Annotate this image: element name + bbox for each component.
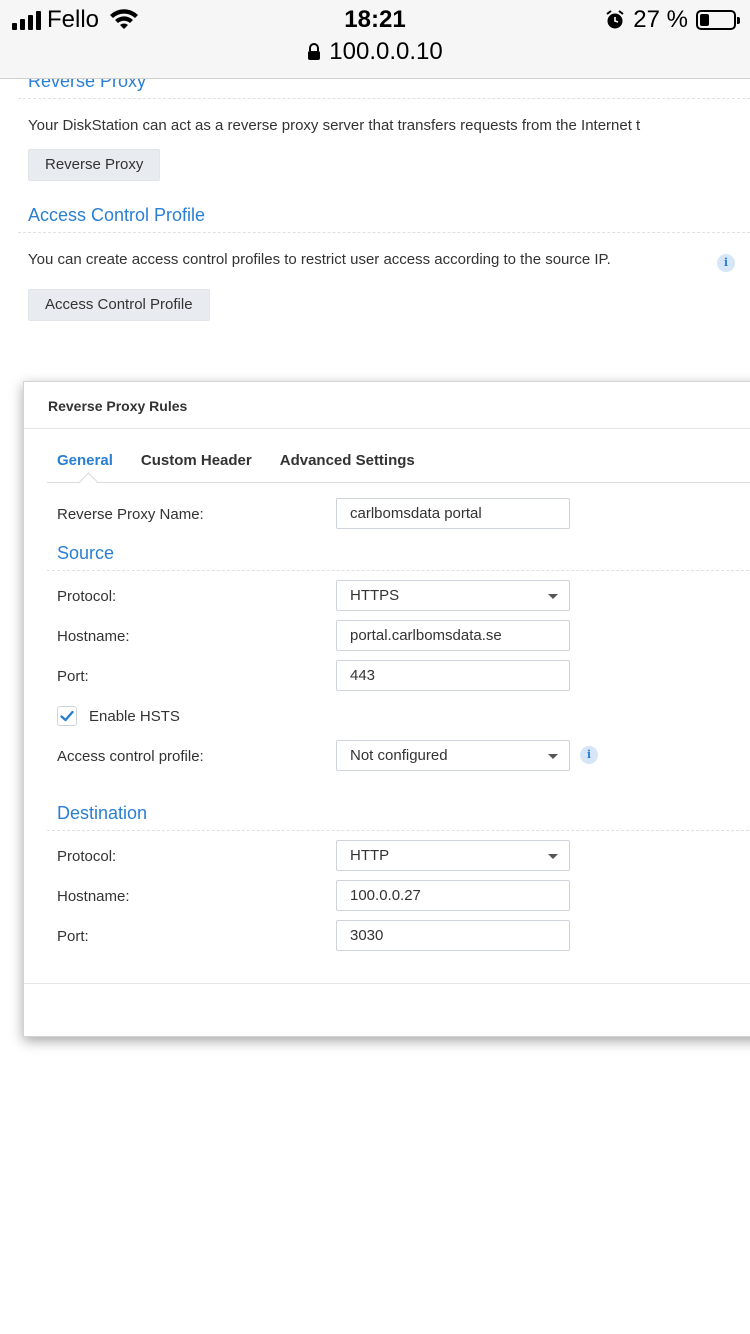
source-protocol-value: HTTPS [350,587,400,604]
divider [18,232,750,233]
dialog-footer-divider [24,983,750,984]
dialog-title: Reverse Proxy Rules [48,398,188,414]
tab-custom-header[interactable]: Custom Header [141,452,252,469]
info-icon[interactable]: i [580,746,598,764]
chevron-down-icon [548,594,558,599]
active-tab-pointer [79,472,98,491]
chevron-down-icon [548,754,558,759]
access-control-profile-select[interactable]: Not configured [336,740,570,771]
access-control-description: You can create access control profiles t… [28,251,611,268]
status-bar: Fello 18:21 27 % 100.0.0.10 [0,0,750,79]
checkmark-icon [60,710,74,722]
destination-hostname-input[interactable]: 100.0.0.27 [336,880,570,911]
source-port-input[interactable]: 443 [336,660,570,691]
reverse-proxy-name-input[interactable]: carlbomsdata portal [336,498,570,529]
battery-icon [696,10,740,30]
control-panel-page: Reverse Proxy Your DiskStation can act a… [0,79,750,379]
enable-hsts-label[interactable]: Enable HSTS [89,708,180,725]
source-heading: Source [57,543,115,563]
reverse-proxy-name-label: Reverse Proxy Name: [57,506,204,523]
reverse-proxy-rules-dialog: Reverse Proxy Rules General Custom Heade… [23,381,750,1037]
divider [47,570,750,571]
destination-protocol-label: Protocol: [57,848,117,865]
destination-port-input[interactable]: 3030 [336,920,570,951]
battery-fill [700,14,709,26]
destination-port-label: Port: [57,928,89,945]
reverse-proxy-heading: Reverse Proxy [28,79,147,91]
reverse-proxy-button[interactable]: Reverse Proxy [28,149,161,181]
destination-protocol-value: HTTP [350,847,390,864]
source-port-label: Port: [57,668,89,685]
reverse-proxy-description: Your DiskStation can act as a reverse pr… [28,117,641,134]
enable-hsts-checkbox[interactable] [57,706,77,726]
tab-underline [47,482,750,483]
chevron-down-icon [548,854,558,859]
divider [24,428,750,429]
destination-hostname-label: Hostname: [57,888,130,905]
access-control-profile-label: Access control profile: [57,748,204,765]
destination-protocol-select[interactable]: HTTP [336,840,570,871]
source-protocol-select[interactable]: HTTPS [336,580,570,611]
source-hostname-input[interactable]: portal.carlbomsdata.se [336,620,570,651]
battery-percent: 27 % [633,6,688,33]
lock-icon [308,43,321,60]
status-right: 27 % [605,6,740,34]
access-control-heading: Access Control Profile [28,205,206,225]
tab-bar: General Custom Header Advanced Settings [57,452,415,469]
source-hostname-label: Hostname: [57,628,130,645]
alarm-icon [606,10,624,29]
access-control-profile-value: Not configured [350,747,448,764]
divider [18,98,750,99]
url-text: 100.0.0.10 [329,38,443,65]
tab-general[interactable]: General [57,452,113,469]
tab-advanced-settings[interactable]: Advanced Settings [280,452,415,469]
source-protocol-label: Protocol: [57,588,117,605]
access-control-profile-button[interactable]: Access Control Profile [28,289,210,321]
divider [47,830,750,831]
info-icon[interactable]: i [717,254,735,272]
destination-heading: Destination [57,803,148,823]
address-bar[interactable]: 100.0.0.10 [0,38,750,66]
